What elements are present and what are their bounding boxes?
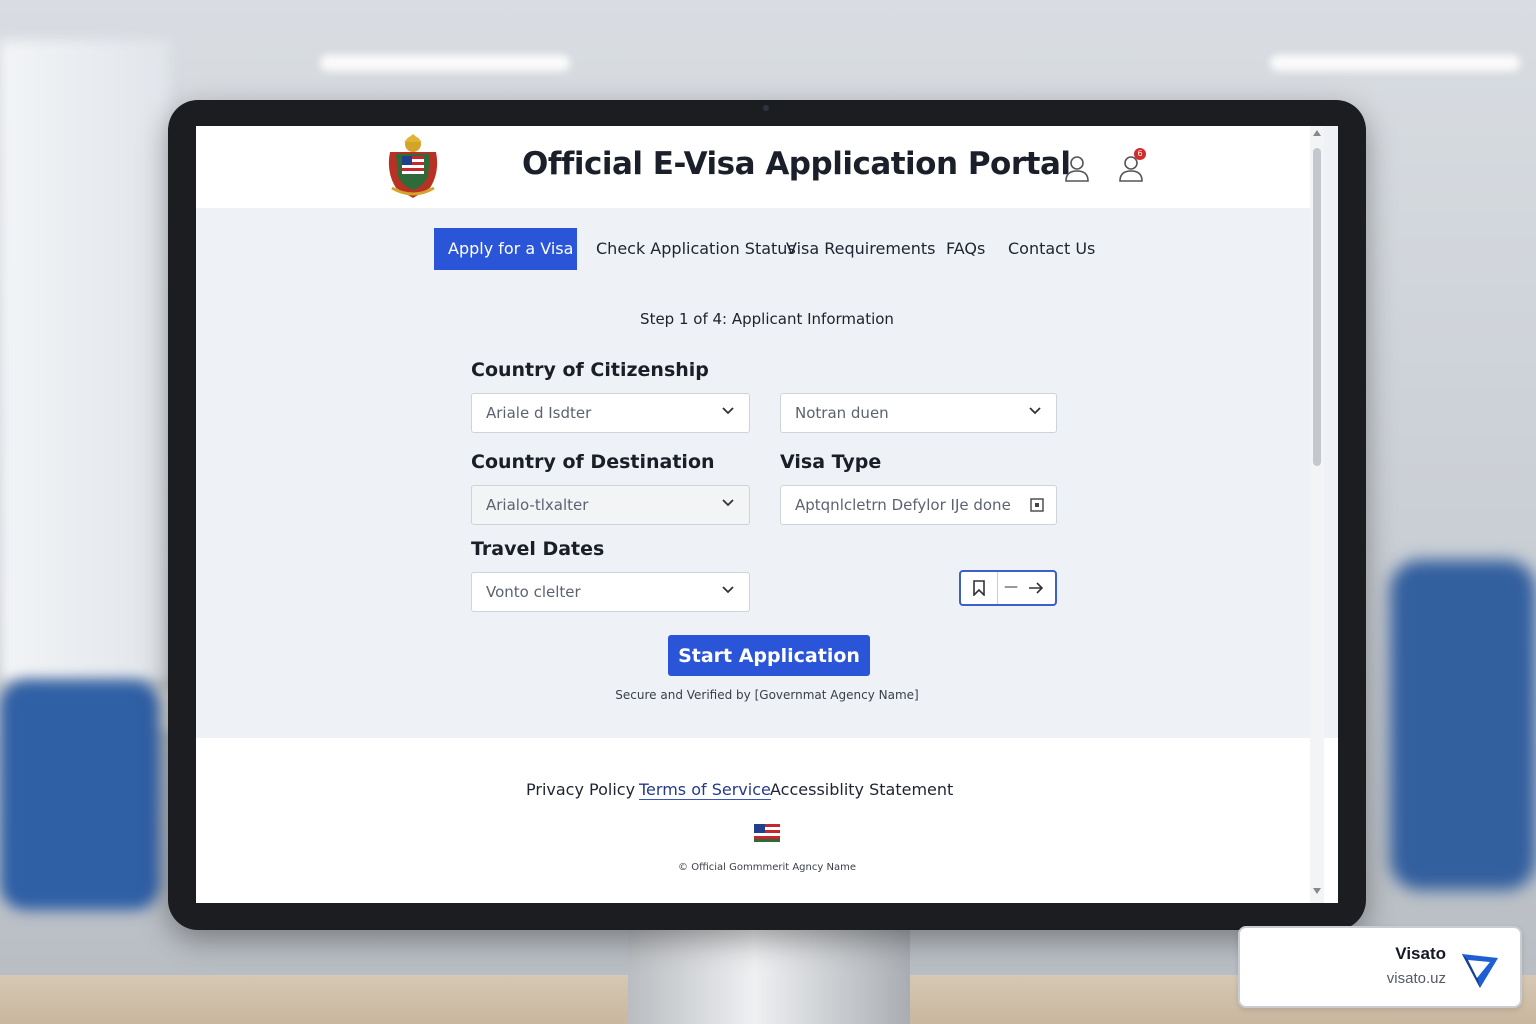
secure-verified-note: Secure and Verified by [Governmat Agency… [615,688,919,702]
copyright-notice: © Official Gommmerit Agncy Name [678,862,856,873]
visa-type-label: Visa Type [780,451,882,473]
destination-label: Country of Destination [471,451,715,473]
visa-type-input[interactable]: Aptqnlcletrn Defylor IJe done [780,485,1057,525]
nav-apply-for-visa[interactable]: Apply for a Visa [434,228,577,270]
portal-header: Official E-Visa Application Portal 6 [196,126,1310,208]
chevron-down-icon [1029,407,1041,415]
nav-visa-requirements[interactable]: Visa Requirements [786,228,936,270]
brand-url: visato.uz [1386,970,1446,987]
scroll-thumb[interactable] [1313,148,1321,466]
step-indicator: Step 1 of 4: Applicant Information [640,310,894,328]
page-footer: Privacy Policy Terms of Service Accessib… [196,738,1338,903]
coat-of-arms-icon [388,134,438,198]
bookmark-button[interactable] [961,572,998,604]
travel-dates-value: Vonto clelter [486,583,581,601]
nav-contact-us[interactable]: Contact Us [1008,228,1095,270]
privacy-policy-link[interactable]: Privacy Policy [526,780,635,799]
chevron-down-icon [722,407,734,415]
travel-dates-label: Travel Dates [471,538,605,560]
destination-select-value: Arialo-tlxalter [486,496,589,514]
accessibility-statement-link[interactable]: Accessiblity Statement [770,780,953,799]
bookmark-icon [973,580,985,596]
terms-of-service-link[interactable]: Terms of Service [639,780,771,800]
background-chair [1390,560,1536,890]
flag-icon [754,824,780,842]
arrow-right-icon [1029,582,1044,594]
monitor: Official E-Visa Application Portal 6 App… [168,100,1366,930]
ceiling-light [320,55,570,71]
ceiling-light [1270,55,1520,71]
browser-screen: Official E-Visa Application Portal 6 App… [196,126,1338,903]
background-window [0,40,170,680]
citizenship-select-value: Ariale d Isdter [486,404,592,422]
date-range-control: — [959,570,1057,606]
chevron-down-icon [722,586,734,594]
second-citizenship-select[interactable]: Notran duen [780,393,1057,433]
main-navigation: Apply for a Visa Check Application Statu… [196,228,1310,270]
visa-type-value: Aptqnlcletrn Defylor IJe done [795,496,1011,514]
webcam [763,105,769,111]
nav-check-application-status[interactable]: Check Application Status [596,228,796,270]
background-chair [0,680,160,910]
chevron-down-icon [722,499,734,507]
brand-name: Visato [1395,944,1446,963]
vertical-scrollbar [1310,126,1324,903]
notification-badge: 6 [1134,148,1146,160]
nav-faqs[interactable]: FAQs [946,228,985,270]
second-citizenship-select-value: Notran duen [795,404,889,422]
scroll-down-arrow[interactable] [1313,888,1321,894]
scroll-up-arrow[interactable] [1313,130,1321,136]
range-separator: — [1004,579,1018,595]
calendar-icon [1030,498,1044,512]
citizenship-select[interactable]: Ariale d Isdter [471,393,750,433]
user-account-icon[interactable] [1064,154,1090,182]
citizenship-label: Country of Citizenship [471,359,709,381]
date-range-next-button[interactable]: — [998,572,1055,604]
monitor-stand [628,925,910,1024]
destination-select[interactable]: Arialo-tlxalter [471,485,750,525]
page-title: Official E-Visa Application Portal [522,146,1071,182]
visato-logo-icon [1462,954,1498,988]
start-application-button[interactable]: Start Application [668,635,870,676]
travel-dates-select[interactable]: Vonto clelter [471,572,750,612]
brand-card: Visato visato.uz [1238,926,1522,1008]
